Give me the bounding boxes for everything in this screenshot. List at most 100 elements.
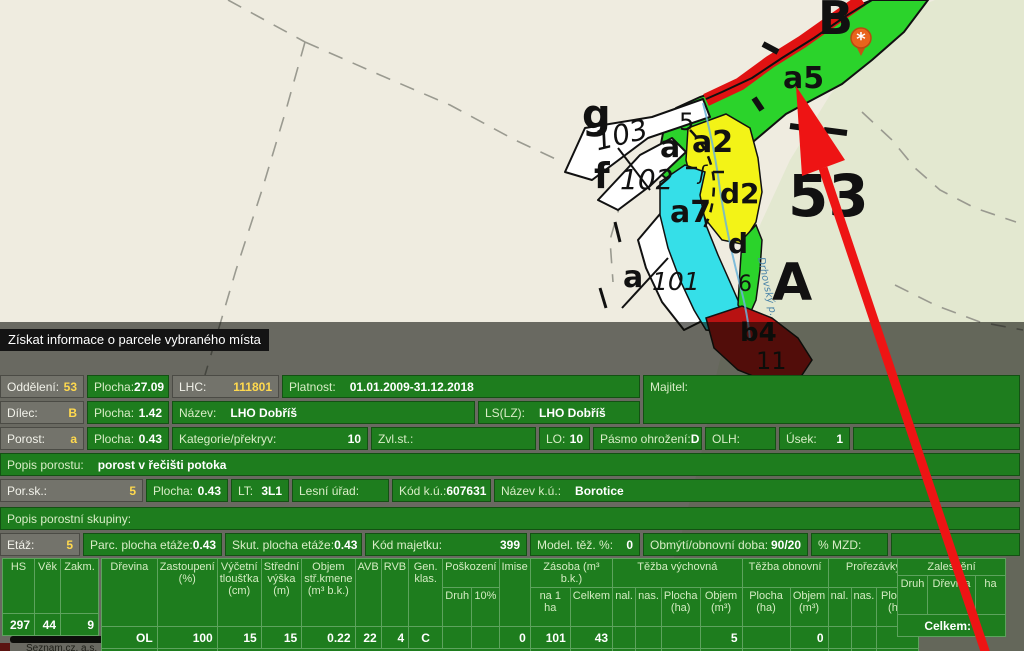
field-plocha-dilec: Plocha: 1.42	[87, 401, 169, 424]
field-lt: LT:3L1	[231, 479, 289, 502]
cell: 22	[355, 627, 381, 649]
col-header: Dřevina	[928, 576, 976, 615]
field-label: Dílec:	[7, 406, 38, 420]
field-value: 1	[836, 432, 843, 446]
cell: 100	[157, 627, 217, 649]
field-value: 0.43	[193, 538, 216, 552]
col-header: Druh	[443, 588, 472, 627]
field-majitel: Majitel:	[643, 375, 1020, 424]
cell	[443, 627, 472, 649]
field-label: Skut. plocha etáže:	[232, 538, 334, 552]
cell-zal-celkem: Celkem:	[898, 615, 976, 637]
field-value: 607631	[446, 484, 486, 498]
cell: 43	[570, 627, 612, 649]
field-parc-plocha: Parc. plocha etáže:0.43	[83, 533, 222, 556]
table-zalesneni-group: Zalesnění Druh Dřevina ha Celkem:	[897, 558, 1006, 637]
group-header-tezba-vychovna: Těžba výchovná	[613, 559, 742, 588]
field-value: 0.43	[139, 432, 162, 446]
group-header-poskozeni: Poškození	[443, 559, 499, 588]
field-lo: LO: 10	[539, 427, 590, 450]
col-header: nas.	[636, 588, 662, 627]
field-usek: Úsek: 1	[779, 427, 850, 450]
field-value: 01.01.2009-31.12.2018	[350, 380, 474, 394]
field-label: Kategorie/překryv:	[179, 432, 276, 446]
col-header: na 1 ha	[530, 588, 570, 627]
field-label: Popis porostu:	[7, 458, 84, 472]
field-label: Zvl.st.:	[378, 432, 413, 446]
cell: 15	[261, 627, 301, 649]
field-label: Plocha:	[153, 484, 193, 498]
field-label: Plocha:	[94, 406, 134, 420]
field-value: 0.43	[198, 484, 221, 498]
col-header: 10%	[472, 588, 499, 627]
field-obmyti: Obmýtí/obnovní doba:90/20	[643, 533, 808, 556]
col-header: Zakm.	[61, 559, 99, 614]
col-header: nal.	[828, 588, 851, 627]
field-mzd: % MZD:	[811, 533, 888, 556]
field-empty-2	[891, 533, 1020, 556]
cell: 0.22	[302, 627, 355, 649]
col-header: Plocha (ha)	[661, 588, 700, 627]
col-header: nas.	[851, 588, 877, 627]
field-value: 0.43	[334, 538, 357, 552]
field-label: LHC:	[179, 380, 206, 394]
cell	[472, 627, 499, 649]
cell	[661, 627, 700, 649]
field-zvlst: Zvl.st.:	[371, 427, 536, 450]
col-header: Zastoupení (%)	[157, 559, 217, 627]
field-value: 3L1	[261, 484, 282, 498]
field-porsk: Por.sk.:5	[0, 479, 143, 502]
col-header: Imise	[499, 559, 530, 627]
field-kod-majetku: Kód majetku:399	[365, 533, 527, 556]
field-skut-plocha: Skut. plocha etáže:0.43	[225, 533, 362, 556]
field-value: 90/20	[771, 538, 801, 552]
col-header: Gen. klas.	[409, 559, 443, 627]
field-label: Lesní úřad:	[299, 484, 359, 498]
field-olh: OLH:	[705, 427, 776, 450]
field-label: Parc. plocha etáže:	[90, 538, 193, 552]
field-value: Borotice	[575, 484, 624, 498]
field-value: 399	[500, 538, 520, 552]
field-label: Obmýtí/obnovní doba:	[650, 538, 768, 552]
field-value: 5	[66, 538, 73, 552]
field-label: LS(LZ):	[485, 406, 525, 420]
cell: C	[409, 627, 443, 649]
cell-vek: 44	[35, 614, 61, 636]
cell	[613, 627, 636, 649]
cell-zal-ha	[976, 615, 1006, 637]
col-header: Objem (m³)	[790, 588, 828, 627]
field-model-tez: Model. těž. %:0	[530, 533, 640, 556]
field-label: Pásmo ohrožení:	[600, 432, 691, 446]
col-header: AVB	[355, 559, 381, 627]
parcel-info-panel: Oddělení:53 Plocha:27.09 LHC:111801 Plat…	[0, 0, 1024, 651]
group-header-zasoba: Zásoba (m³ b.k.)	[530, 559, 612, 588]
field-label: Por.sk.:	[7, 484, 47, 498]
cell: 5	[700, 627, 742, 649]
field-nazev-ku: Název k.ú.:Borotice	[494, 479, 1020, 502]
field-kategorie: Kategorie/překryv:10	[172, 427, 368, 450]
col-header: Druh	[898, 576, 928, 615]
cell: 4	[381, 627, 408, 649]
field-popis-skupiny: Popis porostní skupiny:	[0, 507, 1020, 530]
field-label: Etáž:	[7, 538, 34, 552]
field-popis-porostu: Popis porostu:porost v řečišti potoka	[0, 453, 1020, 476]
field-oddeleni: Oddělení:53	[0, 375, 84, 398]
cell-hs: 297	[3, 614, 35, 636]
field-label: Úsek:	[786, 432, 817, 446]
col-header: RVB	[381, 559, 408, 627]
cell	[851, 627, 877, 649]
field-value: LHO Dobříš	[539, 406, 606, 420]
field-dilec: Dílec:B	[0, 401, 84, 424]
field-value: 10	[570, 432, 583, 446]
cell-drevina: OL	[102, 627, 158, 649]
field-label: LO:	[546, 432, 565, 446]
col-header: Střední výška (m)	[261, 559, 301, 627]
field-value: a	[70, 432, 77, 446]
col-header: HS	[3, 559, 35, 614]
field-plocha-porost: Plocha:0.43	[87, 427, 169, 450]
field-etaz: Etáž: 5	[0, 533, 80, 556]
cell	[636, 627, 662, 649]
field-label: OLH:	[712, 432, 740, 446]
field-value: 53	[64, 380, 77, 394]
field-value: 1.42	[139, 406, 162, 420]
